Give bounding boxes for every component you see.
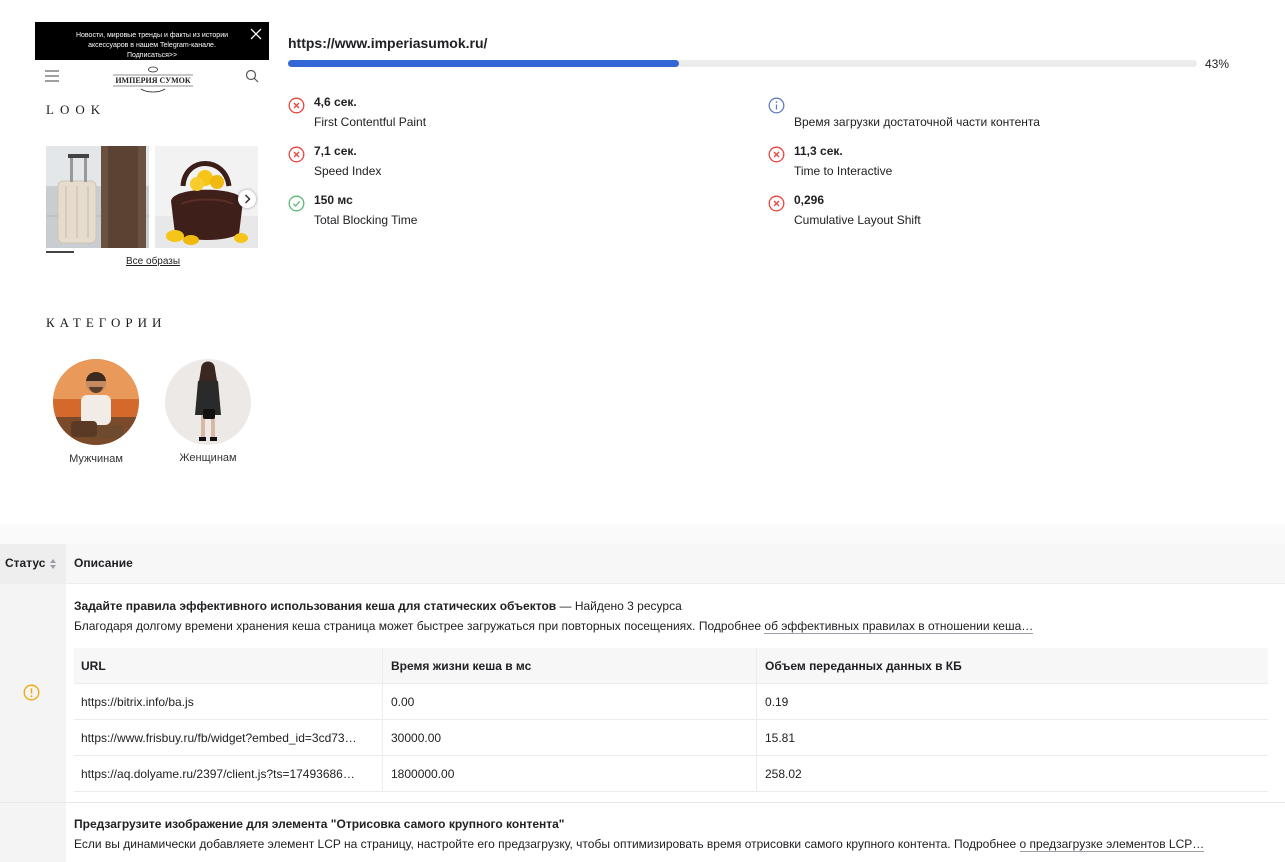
col-url: URL <box>81 659 106 673</box>
cache-ttl: 30000.00 <box>391 731 442 745</box>
transfer-size: 258.02 <box>765 767 802 781</box>
logo-text: ИМПЕРИЯ СУМОК <box>115 76 191 85</box>
audit-title-suffix: — Найдено 3 ресурса <box>556 599 682 613</box>
look-title: LOOK <box>46 102 107 117</box>
transfer-size: 15.81 <box>765 731 796 745</box>
metric-name: Time to Interactive <box>794 164 893 178</box>
metric-name: Время загрузки достаточной части контент… <box>794 115 1040 129</box>
progress-percent: 43% <box>1205 57 1230 71</box>
learn-more-lcp-link[interactable]: о предзагрузке элементов LCP… <box>1019 837 1205 852</box>
site-header: ИМПЕРИЯ СУМОК <box>35 60 269 96</box>
status-column-label: Статус <box>5 556 46 570</box>
metric-value: 11,3 сек. <box>794 144 843 158</box>
sort-icon <box>50 559 56 569</box>
progress-bar-fill <box>288 60 679 67</box>
table-row: https://www.frisbuy.ru/fb/widget?embed_i… <box>74 720 1268 756</box>
description-column-header: Описание <box>74 556 133 570</box>
audit-preload-lcp-title[interactable]: Предзагрузите изображение для элемента "… <box>74 817 565 831</box>
look-image-suitcase <box>46 146 149 248</box>
metric-name: Speed Index <box>314 164 382 178</box>
cache-ttl: 1800000.00 <box>391 767 455 781</box>
status-column <box>0 584 66 862</box>
table-row: https://aq.dolyame.ru/2397/client.js?ts=… <box>74 756 1268 792</box>
category-women-image[interactable] <box>165 359 251 445</box>
status-column-header[interactable]: Статус <box>0 544 66 584</box>
page-url: https://www.imperiasumok.ru/ <box>288 35 488 51</box>
audits-table-header: Статус Описание <box>0 544 1285 584</box>
chevron-right-icon <box>244 194 251 204</box>
learn-more-cache-link[interactable]: об эффективных правилах в отношении кеша… <box>764 619 1034 634</box>
audit-title-text: Предзагрузите изображение для элемента "… <box>74 817 565 831</box>
metric-largest-contentful-paint: Время загрузки достаточной части контент… <box>768 95 1208 135</box>
close-icon <box>250 28 262 40</box>
audit-description-text: Если вы динамически добавляете элемент L… <box>74 837 1020 851</box>
error-circle-icon <box>768 195 785 212</box>
audit-cache-policy-title[interactable]: Задайте правила эффективного использован… <box>74 599 682 613</box>
promo-banner: Новости, мировые тренды и факты из истор… <box>35 22 269 60</box>
metric-cumulative-layout-shift: 0,296 Cumulative Layout Shift <box>768 193 1208 233</box>
metric-total-blocking-time: 150 мс Total Blocking Time <box>288 193 728 233</box>
resource-url[interactable]: https://www.frisbuy.ru/fb/widget?embed_i… <box>81 731 371 745</box>
column-divider <box>756 648 757 792</box>
warning-circle-icon <box>23 684 40 701</box>
metric-name: Total Blocking Time <box>314 213 418 227</box>
metric-name: First Contentful Paint <box>314 115 427 129</box>
col-transfer-size: Объем переданных данных в КБ <box>765 659 962 673</box>
search-icon <box>245 69 259 83</box>
resources-table-header: URL Время жизни кеша в мс Объем переданн… <box>74 648 1268 684</box>
audit-cache-policy-description: Благодаря долгому времени хранения кеша … <box>74 619 1034 634</box>
audit-preload-lcp-description: Если вы динамически добавляете элемент L… <box>74 837 1205 852</box>
metric-first-contentful-paint: 4,6 сек. First Contentful Paint <box>288 95 728 135</box>
metric-value: 4,6 сек. <box>314 95 357 109</box>
column-divider <box>382 648 383 792</box>
error-circle-icon <box>288 146 305 163</box>
info-circle-icon <box>768 97 785 114</box>
table-row: https://bitrix.info/ba.js 0.00 0.19 <box>74 684 1268 720</box>
metric-time-to-interactive: 11,3 сек. Time to Interactive <box>768 144 1208 184</box>
check-circle-icon <box>288 195 305 212</box>
cache-resources-table: URL Время жизни кеша в мс Объем переданн… <box>74 648 1268 792</box>
transfer-size: 0.19 <box>765 695 789 709</box>
metric-value: 0,296 <box>794 193 825 207</box>
metric-value: 150 мс <box>314 193 353 207</box>
site-logo: ИМПЕРИЯ СУМОК <box>113 66 193 93</box>
category-men-label[interactable]: Мужчинам <box>46 453 146 465</box>
all-looks-link[interactable]: Все образы <box>126 256 180 267</box>
site-preview-screenshot: Новости, мировые тренды и факты из истор… <box>35 22 269 482</box>
error-circle-icon <box>288 97 305 114</box>
promo-text: Новости, мировые тренды и факты из истор… <box>75 32 229 59</box>
progress-bar <box>288 60 1197 67</box>
category-women-label[interactable]: Женщинам <box>158 452 258 464</box>
resource-url[interactable]: https://bitrix.info/ba.js <box>81 695 371 709</box>
categories-title: КАТЕГОРИИ <box>46 315 167 330</box>
menu-icon <box>45 70 59 82</box>
cache-ttl: 0.00 <box>391 695 415 709</box>
category-men-image[interactable] <box>53 359 139 445</box>
resource-url[interactable]: https://aq.dolyame.ru/2397/client.js?ts=… <box>81 767 371 781</box>
col-cache-ttl: Время жизни кеша в мс <box>391 659 532 673</box>
metric-name: Cumulative Layout Shift <box>794 213 921 227</box>
metric-value: 7,1 сек. <box>314 144 357 158</box>
slider-progress <box>46 251 74 253</box>
metric-speed-index: 7,1 сек. Speed Index <box>288 144 728 184</box>
error-circle-icon <box>768 146 785 163</box>
slider-next-button[interactable] <box>238 190 256 208</box>
audit-title-text: Задайте правила эффективного использован… <box>74 599 557 613</box>
audit-description-text: Благодаря долгому времени хранения кеша … <box>74 619 765 633</box>
audit-separator <box>0 802 1285 803</box>
